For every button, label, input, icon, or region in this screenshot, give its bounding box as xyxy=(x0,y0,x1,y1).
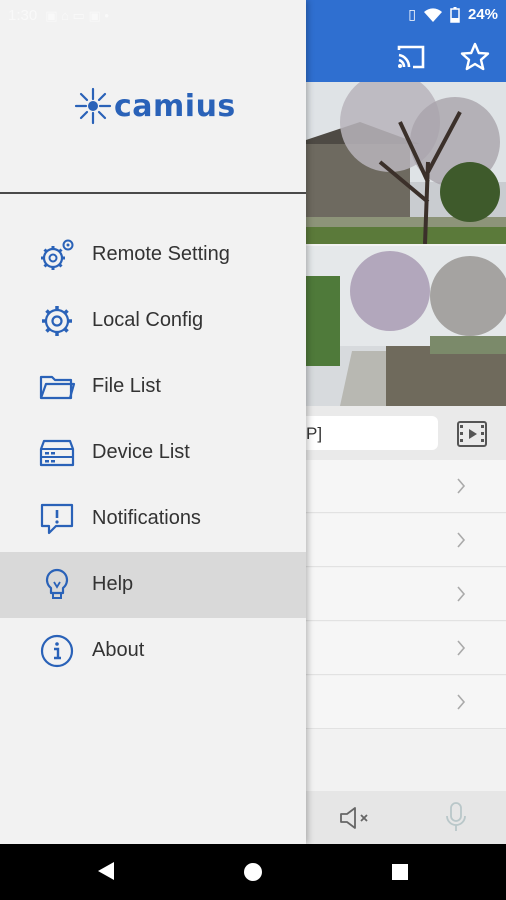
chevron-right-icon xyxy=(457,586,466,602)
menu-item-about[interactable]: About xyxy=(0,618,306,684)
recents-button[interactable] xyxy=(391,863,409,886)
video-playback-button[interactable] xyxy=(456,420,488,448)
home-button[interactable] xyxy=(243,862,263,887)
battery-icon xyxy=(450,6,460,23)
speaker-muted-icon xyxy=(340,807,368,829)
status-right: ▯ 24% xyxy=(408,6,498,23)
chevron-right-icon xyxy=(457,694,466,710)
remote-settings-icon xyxy=(41,239,74,270)
notification-icons: ▣ ⌂ ▭ ▣ • xyxy=(45,7,109,23)
stream-selector[interactable]: P] xyxy=(290,416,438,450)
lightbulb-icon xyxy=(45,568,69,599)
menu-item-label: Remote Setting xyxy=(92,243,230,265)
wifi-icon xyxy=(423,7,442,22)
system-navigation-bar xyxy=(0,844,506,900)
brand-logo: camius xyxy=(74,86,236,126)
menu-item-device-list[interactable]: Device List xyxy=(0,420,306,486)
notification-icon xyxy=(40,503,74,535)
menu-item-local-config[interactable]: Local Config xyxy=(0,288,306,354)
menu-item-label: About xyxy=(92,639,145,661)
menu-item-label: Help xyxy=(92,573,134,595)
chevron-right-icon xyxy=(457,532,466,548)
cast-icon xyxy=(397,45,425,69)
menu-item-help[interactable]: Help xyxy=(0,552,306,618)
menu-item-file-list[interactable]: File List xyxy=(0,354,306,420)
navigation-drawer: camius Remote Setting Local Config File … xyxy=(0,0,306,844)
menu-item-label: Device List xyxy=(92,441,190,463)
battery-percent: 24% xyxy=(467,6,498,23)
sunburst-logo-icon xyxy=(74,87,112,125)
status-time: 1:30 xyxy=(8,7,38,24)
vibrate-icon: ▯ xyxy=(408,6,416,22)
home-circle-icon xyxy=(244,863,262,881)
brand-name: camius xyxy=(114,88,236,124)
star-outline-icon xyxy=(460,42,490,71)
gear-icon xyxy=(42,306,72,336)
info-icon xyxy=(40,634,74,668)
menu-item-notifications[interactable]: Notifications xyxy=(0,486,306,552)
status-left: 1:30 ▣ ⌂ ▭ ▣ • xyxy=(8,7,109,24)
chevron-right-icon xyxy=(457,640,466,656)
menu-item-label: File List xyxy=(92,375,161,397)
drawer-header: camius xyxy=(0,0,306,194)
folder-icon xyxy=(39,375,76,400)
menu-item-label: Local Config xyxy=(92,309,204,331)
menu-item-label: Notifications xyxy=(92,507,201,529)
microphone-button[interactable] xyxy=(444,801,468,838)
mute-button[interactable] xyxy=(338,805,374,836)
microphone-icon xyxy=(446,802,466,831)
device-icon xyxy=(39,439,75,467)
film-icon xyxy=(457,421,487,447)
cast-button[interactable] xyxy=(394,40,428,74)
recents-square-icon xyxy=(392,864,408,880)
menu-item-remote-setting[interactable]: Remote Setting xyxy=(0,222,306,288)
favorite-button[interactable] xyxy=(458,40,492,74)
back-button[interactable] xyxy=(96,860,116,887)
chevron-right-icon xyxy=(457,478,466,494)
back-triangle-icon xyxy=(98,862,114,880)
